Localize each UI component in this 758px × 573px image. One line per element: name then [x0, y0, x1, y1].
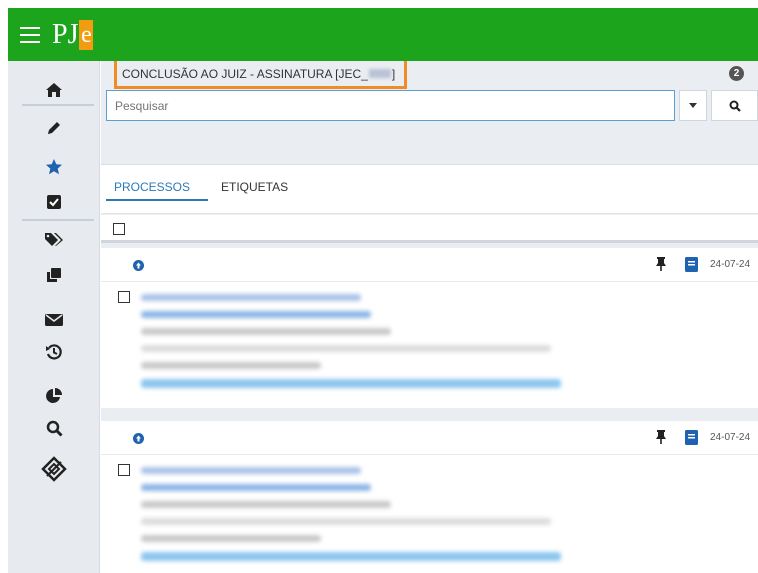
upload-icon[interactable]	[133, 260, 144, 271]
tab-etiquetas[interactable]: ETIQUETAS	[221, 180, 288, 194]
search-icon	[46, 420, 63, 437]
search-button[interactable]	[711, 90, 758, 121]
task-title: CONCLUSÃO AO JUIZ - ASSINATURA [JEC_]	[114, 61, 408, 89]
blurred-text	[141, 379, 561, 388]
checkbox-icon	[47, 195, 61, 209]
select-all-checkbox[interactable]	[113, 223, 125, 235]
star-icon	[46, 159, 62, 175]
blurred-text	[141, 345, 551, 352]
upload-icon[interactable]	[133, 433, 144, 444]
count-badge: 2	[729, 66, 744, 81]
task-header: CONCLUSÃO AO JUIZ - ASSINATURA [JEC_] 2	[101, 61, 758, 89]
sidebar-divider	[22, 104, 94, 106]
blurred-text	[141, 328, 391, 335]
sidebar-item-tags[interactable]	[8, 224, 100, 254]
blurred-text	[141, 552, 561, 561]
task-title-text: CONCLUSÃO AO JUIZ - ASSINATURA [JEC_	[122, 66, 368, 81]
pie-chart-icon	[46, 388, 62, 403]
tabs-bar: PROCESSOS ETIQUETAS	[101, 165, 758, 214]
blurred-text	[141, 467, 361, 474]
pin-icon[interactable]	[655, 430, 667, 444]
process-checkbox[interactable]	[118, 291, 130, 303]
tags-icon	[45, 233, 63, 246]
logo-accent: e	[79, 19, 94, 50]
top-bar: PJ e	[8, 8, 758, 61]
select-all-row	[101, 215, 758, 243]
pencil-icon	[48, 122, 60, 134]
envelope-icon	[45, 314, 63, 326]
sidebar-item-tasks[interactable]	[8, 187, 100, 217]
blurred-text	[141, 501, 391, 508]
search-input[interactable]	[106, 90, 675, 121]
blurred-text	[141, 535, 321, 542]
process-card[interactable]: 24-07-24	[101, 421, 758, 573]
sidebar-item-documents[interactable]	[8, 260, 100, 290]
filter-band	[101, 121, 758, 165]
sidebar-item-messages[interactable]	[8, 305, 100, 335]
diamond-sign-icon	[41, 456, 67, 482]
sidebar-item-edit[interactable]	[8, 113, 100, 143]
active-tab-indicator	[106, 199, 208, 201]
sidebar-divider	[22, 219, 94, 221]
history-icon	[46, 344, 62, 360]
blurred-text	[141, 484, 371, 491]
book-icon[interactable]	[685, 430, 698, 445]
process-card-header: 24-07-24	[101, 248, 758, 282]
sidebar	[8, 61, 100, 573]
sidebar-item-history[interactable]	[8, 337, 100, 367]
home-icon	[46, 83, 62, 97]
sidebar-item-search[interactable]	[8, 413, 100, 443]
search-icon	[729, 100, 741, 112]
pje-logo[interactable]: PJ e	[52, 18, 94, 50]
blurred-text	[141, 294, 361, 301]
sidebar-item-statistics[interactable]	[8, 381, 100, 411]
search-options-dropdown[interactable]	[679, 90, 707, 121]
hamburger-menu-icon[interactable]	[20, 26, 40, 43]
process-card-header: 24-07-24	[101, 421, 758, 455]
process-date: 24-07-24	[710, 259, 751, 270]
book-icon[interactable]	[685, 257, 698, 272]
process-checkbox[interactable]	[118, 464, 130, 476]
caret-down-icon	[689, 103, 697, 108]
sidebar-item-signer[interactable]	[8, 449, 100, 489]
task-title-suffix: ]	[391, 66, 396, 81]
tab-processos[interactable]: PROCESSOS	[114, 180, 190, 194]
process-date: 24-07-24	[710, 432, 751, 443]
sidebar-item-home[interactable]	[8, 75, 100, 105]
logo-text: PJ	[52, 18, 79, 50]
redacted-text	[368, 69, 391, 78]
main-panel: CONCLUSÃO AO JUIZ - ASSINATURA [JEC_] 2 …	[101, 61, 758, 573]
blurred-text	[141, 311, 371, 318]
process-card[interactable]: 24-07-24	[101, 248, 758, 408]
pin-icon[interactable]	[655, 257, 667, 271]
blurred-text	[141, 518, 551, 525]
sidebar-item-favorites[interactable]	[8, 152, 100, 182]
copy-icon	[47, 268, 61, 282]
blurred-text	[141, 362, 321, 369]
